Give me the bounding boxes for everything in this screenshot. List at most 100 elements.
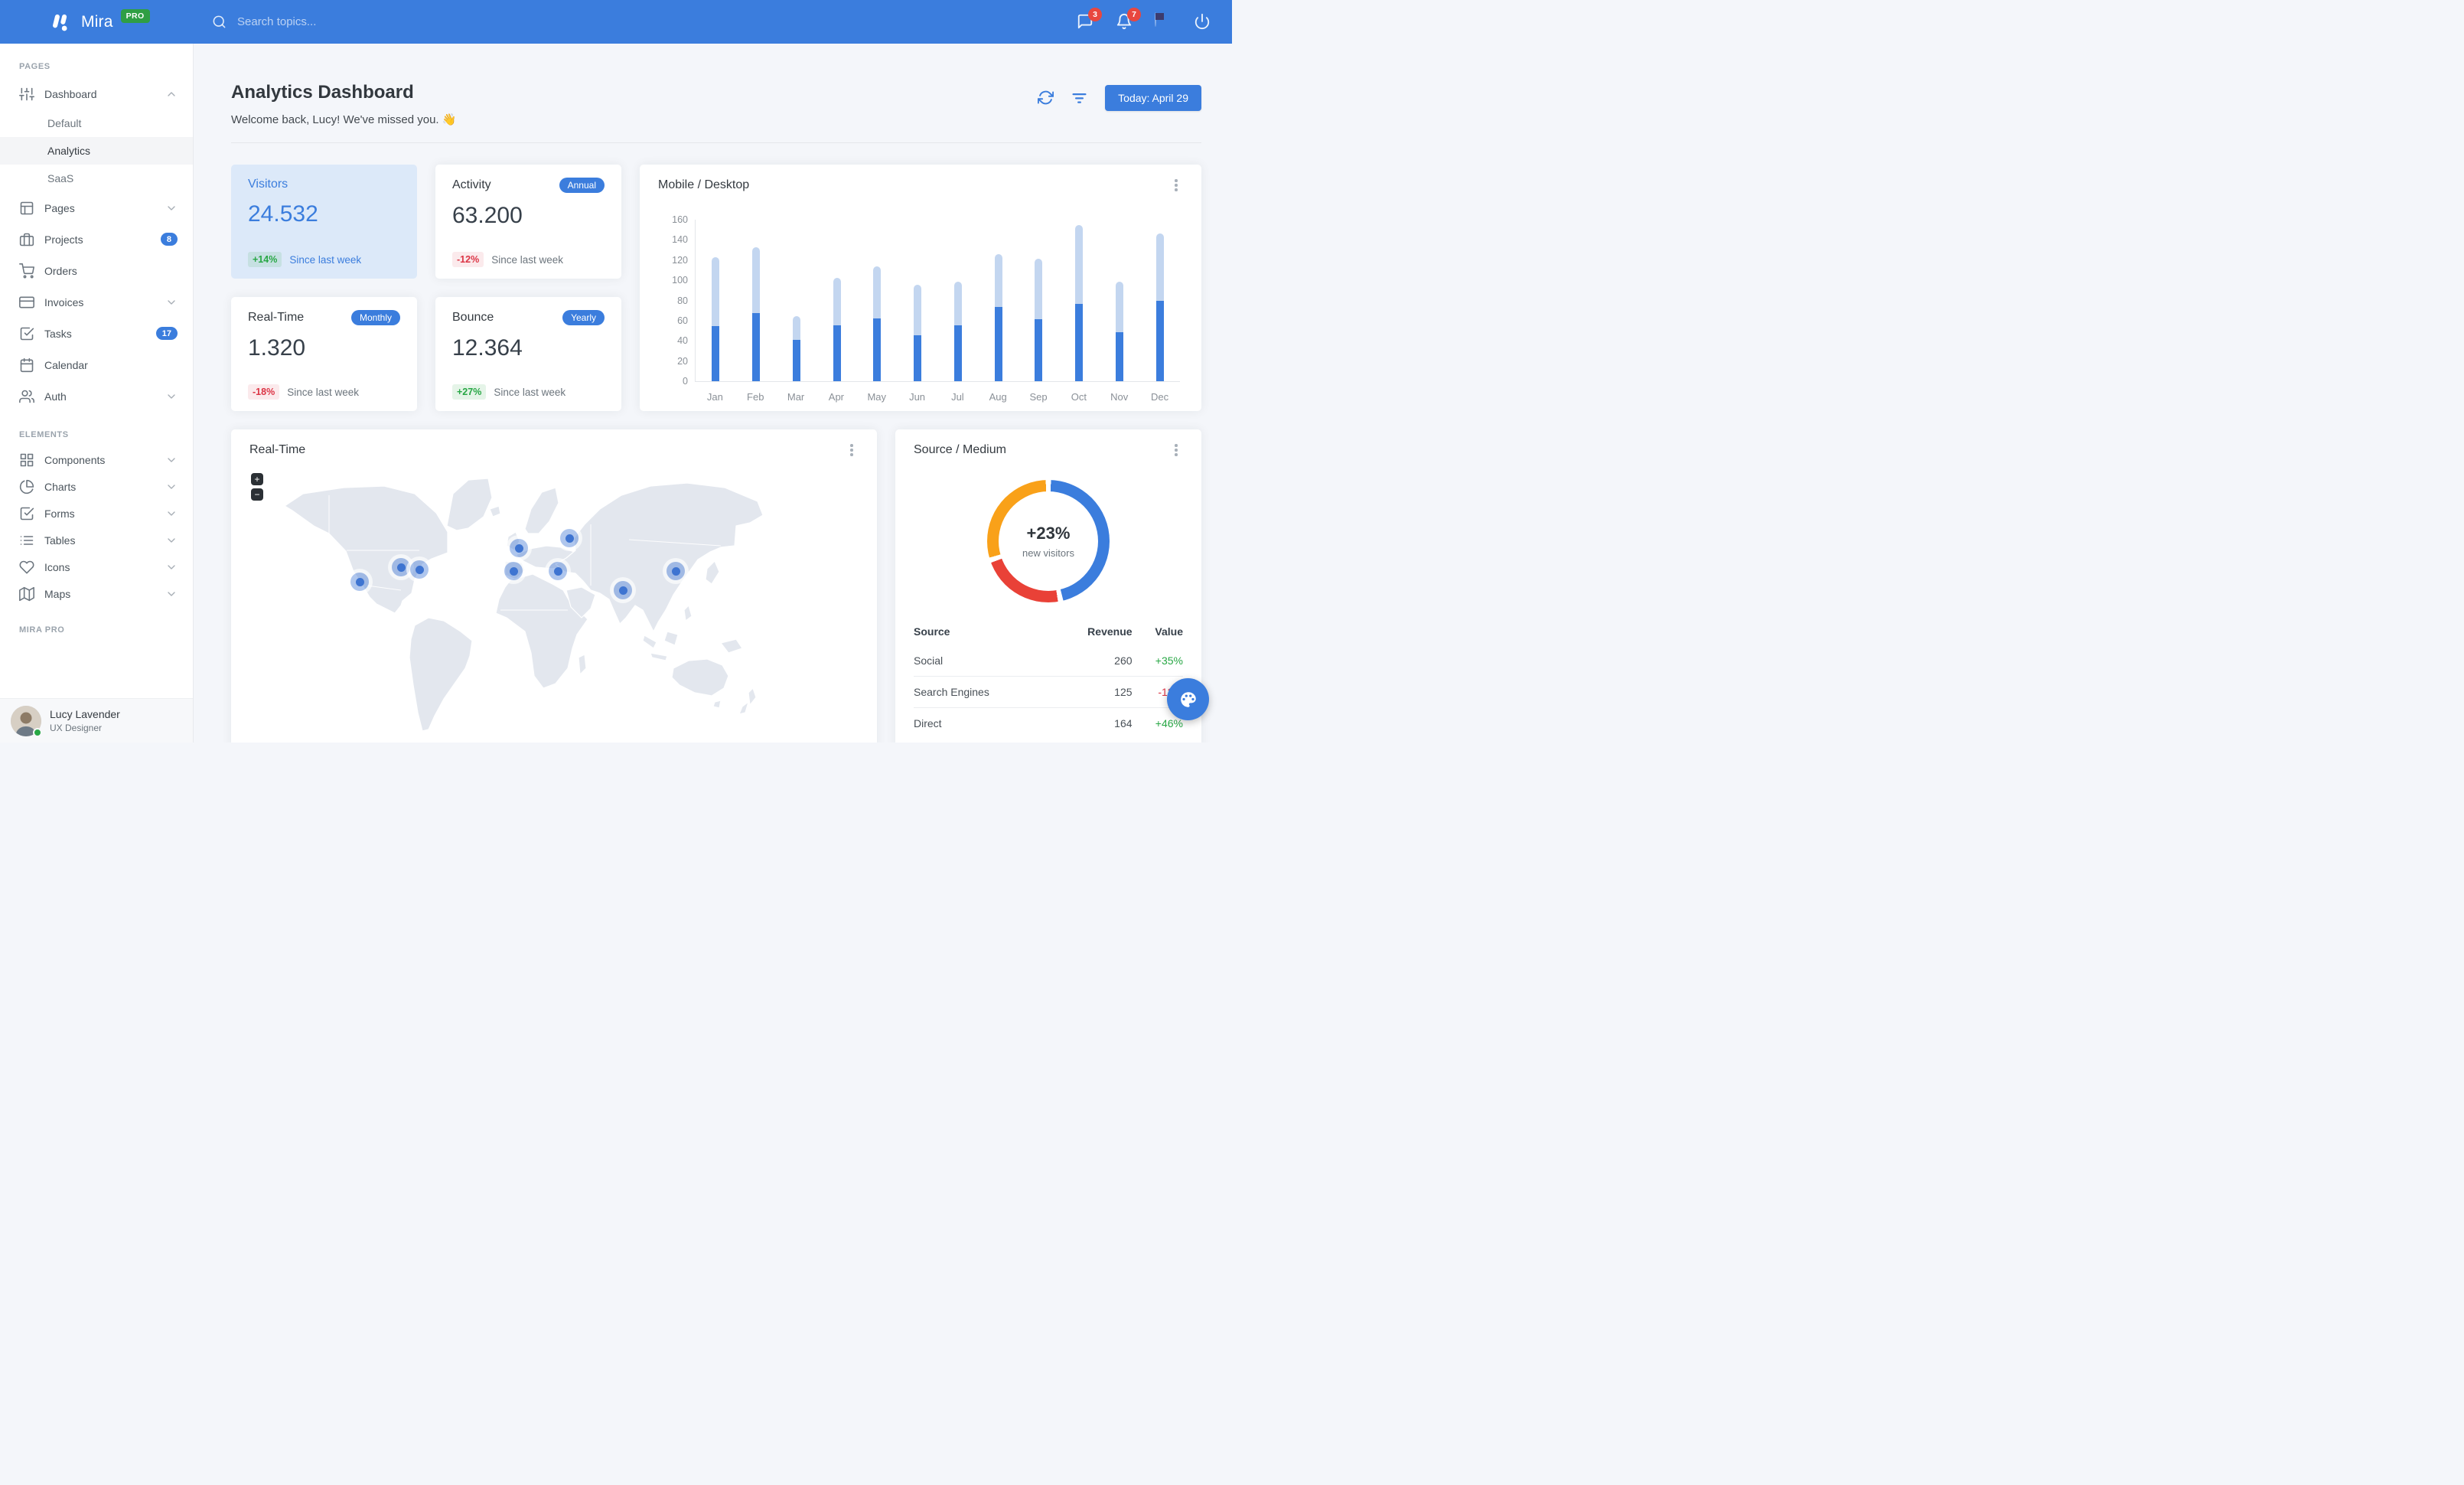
bar-mar[interactable] — [777, 220, 817, 381]
sidebar-item-charts[interactable]: Charts — [0, 473, 193, 500]
bar-jan[interactable] — [696, 220, 736, 381]
map-zoom-out-button[interactable]: − — [251, 488, 263, 501]
col-header-value[interactable]: Value — [1133, 618, 1183, 645]
sidebar-subitem-saas[interactable]: SaaS — [0, 165, 193, 192]
table-row[interactable]: Social 260 +35% — [914, 645, 1183, 677]
stat-value: 1.320 — [248, 335, 306, 361]
notifications-count-badge: 7 — [1127, 7, 1141, 21]
count-badge: 17 — [155, 327, 178, 340]
chevron-down-icon — [165, 296, 178, 308]
sidebar-item-label: Tasks — [44, 327, 72, 340]
stat-card-visitors: Visitors 24.532 +14% Since last week — [231, 165, 417, 279]
sidebar-item-icons[interactable]: Icons — [0, 553, 193, 580]
y-axis-label: 60 — [677, 315, 688, 326]
sidebar-user[interactable]: Lucy Lavender UX Designer — [0, 698, 193, 742]
stat-card-realtime: Real-Time Monthly 1.320 -18% Since last … — [231, 297, 417, 411]
language-button[interactable] — [1155, 11, 1173, 31]
stat-delta-badge: +14% — [248, 252, 282, 267]
calendar-icon — [19, 357, 34, 373]
bar-aug[interactable] — [978, 220, 1019, 381]
sliders-icon — [19, 86, 34, 102]
sign-out-button[interactable] — [1194, 13, 1212, 31]
map-marker[interactable] — [560, 529, 579, 547]
stat-period-tag[interactable]: Annual — [559, 178, 605, 193]
sidebar-item-components[interactable]: Components — [0, 446, 193, 473]
sidebar-item-invoices[interactable]: Invoices — [0, 286, 193, 318]
cell-revenue: 125 — [1051, 676, 1133, 708]
sidebar-item-dashboard[interactable]: Dashboard — [0, 78, 193, 109]
bar-may[interactable] — [857, 220, 898, 381]
cell-value: +35% — [1155, 654, 1183, 667]
messages-button[interactable]: 3 — [1077, 7, 1102, 31]
sidebar-item-auth[interactable]: Auth — [0, 380, 193, 412]
map-marker[interactable] — [614, 581, 632, 599]
brand[interactable]: Mira PRO — [0, 8, 194, 34]
x-axis-labels: Jan Feb Mar Apr May Jun Jul Aug Sep Oct Nov Dec — [695, 391, 1180, 403]
sidebar-item-label: Pages — [44, 201, 75, 214]
map-marker[interactable] — [410, 560, 429, 579]
sidebar-item-tasks[interactable]: Tasks 17 — [0, 318, 193, 349]
theme-settings-fab[interactable] — [1167, 678, 1209, 720]
bar-dec[interactable] — [1139, 220, 1180, 381]
col-header-revenue[interactable]: Revenue — [1051, 618, 1132, 645]
map-marker[interactable] — [350, 573, 369, 591]
map-marker[interactable] — [510, 539, 528, 557]
more-options-button[interactable] — [1169, 178, 1183, 192]
sidebar-item-calendar[interactable]: Calendar — [0, 349, 193, 380]
x-axis-label: Jul — [951, 391, 964, 403]
y-axis-label: 140 — [672, 234, 688, 246]
table-row[interactable]: Search Engines 125 -12% — [914, 676, 1183, 708]
world-map[interactable] — [231, 478, 877, 742]
sidebar-item-label: Forms — [44, 507, 75, 520]
mira-logo-icon — [53, 14, 67, 31]
chevron-up-icon — [165, 88, 178, 100]
y-axis-label: 100 — [672, 275, 688, 286]
sidebar-item-orders[interactable]: Orders — [0, 255, 193, 286]
bar-oct[interactable] — [1059, 220, 1100, 381]
map-zoom-in-button[interactable]: + — [251, 473, 263, 485]
sidebar-item-projects[interactable]: Projects 8 — [0, 224, 193, 255]
sidebar-item-label: Maps — [44, 587, 71, 600]
bar-sep[interactable] — [1019, 220, 1059, 381]
bar-apr[interactable] — [816, 220, 857, 381]
x-axis-label: Apr — [828, 391, 845, 403]
map-marker[interactable] — [392, 558, 410, 576]
search-input[interactable] — [237, 15, 413, 28]
map-marker[interactable] — [549, 562, 567, 580]
notifications-button[interactable]: 7 — [1116, 7, 1141, 31]
bar-jul[interactable] — [938, 220, 979, 381]
table-row[interactable]: Direct 164 +46% — [914, 707, 1183, 739]
sidebar-subitem-default[interactable]: Default — [0, 109, 193, 137]
sidebar-item-maps[interactable]: Maps — [0, 580, 193, 607]
sidebar-item-label: Charts — [44, 480, 77, 493]
sidebar-item-pages[interactable]: Pages — [0, 192, 193, 224]
map-icon — [19, 586, 34, 602]
bar-jun[interactable] — [898, 220, 938, 381]
more-options-button[interactable] — [845, 443, 859, 457]
stat-value: 63.200 — [452, 203, 523, 228]
sidebar-subitem-analytics[interactable]: Analytics — [0, 137, 193, 165]
stat-period-tag[interactable]: Monthly — [350, 310, 400, 325]
map-marker[interactable] — [504, 562, 523, 580]
search-bar[interactable] — [212, 15, 413, 29]
map-marker[interactable] — [667, 562, 685, 580]
refresh-button[interactable] — [1038, 90, 1054, 106]
bar-nov[interactable] — [1100, 220, 1140, 381]
sidebar-item-tables[interactable]: Tables — [0, 527, 193, 553]
filter-button[interactable] — [1071, 90, 1088, 106]
y-axis-label: 160 — [672, 214, 688, 225]
stat-note: Since last week — [494, 386, 566, 398]
more-options-button[interactable] — [1169, 443, 1183, 457]
sidebar-item-forms[interactable]: Forms — [0, 500, 193, 527]
stat-period-tag[interactable]: Yearly — [562, 310, 605, 325]
today-button[interactable]: Today: April 29 — [1105, 85, 1201, 111]
stat-card-activity: Activity Annual 63.200 -12% Since last w… — [435, 165, 621, 279]
bar-chart-plot: 0 20 40 60 80 100 120 140 160 — [672, 214, 1180, 387]
cart-icon — [19, 263, 34, 279]
col-header-source[interactable]: Source — [914, 618, 1051, 645]
bar-feb[interactable] — [736, 220, 777, 381]
grid-icon — [19, 452, 34, 468]
sidebar-item-label: Projects — [44, 233, 83, 246]
page-title: Analytics Dashboard — [231, 82, 414, 103]
page-subtitle: Welcome back, Lucy! We've missed you. 👋 — [231, 113, 457, 126]
